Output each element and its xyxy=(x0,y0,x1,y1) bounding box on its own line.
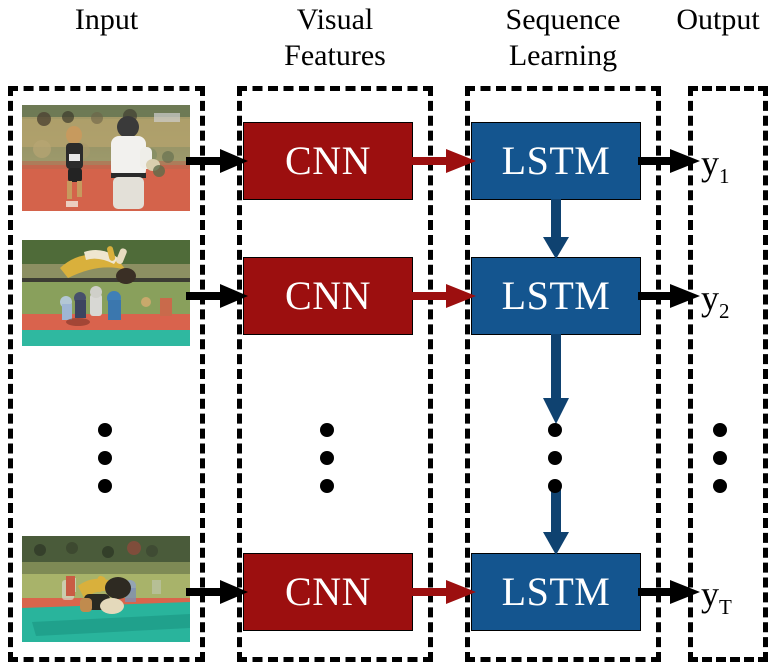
figure-canvas: Input Visual Features Sequence Learning … xyxy=(0,0,776,670)
column-header-visual-features: Visual Features xyxy=(284,3,386,72)
ellipsis-dot xyxy=(98,423,112,437)
video-frame-thumbnail xyxy=(22,105,190,211)
arrow-right-icon xyxy=(186,148,248,174)
output-label-base: y xyxy=(701,143,719,183)
lstm-block: LSTM xyxy=(471,122,641,200)
video-frame-thumbnail xyxy=(22,240,190,346)
arrow-right-icon xyxy=(408,579,476,605)
column-header-input: Input xyxy=(74,3,139,36)
output-label-base: y xyxy=(701,278,719,318)
arrow-right-icon xyxy=(186,579,248,605)
cnn-block: CNN xyxy=(243,122,413,200)
vertical-ellipsis xyxy=(320,423,336,493)
output-label-base: y xyxy=(701,574,719,614)
ellipsis-dot xyxy=(548,479,562,493)
ellipsis-dot xyxy=(713,479,727,493)
ellipsis-dot xyxy=(713,423,727,437)
arrow-right-icon xyxy=(408,283,476,309)
cnn-block: CNN xyxy=(243,257,413,335)
column-header-output: Output xyxy=(676,3,760,36)
ellipsis-dot xyxy=(98,451,112,465)
cnn-block: CNN xyxy=(243,553,413,631)
output-label-subscript: T xyxy=(719,595,732,620)
output-label-subscript: 1 xyxy=(719,164,730,189)
video-frame-thumbnail xyxy=(22,536,190,642)
ellipsis-dot xyxy=(713,451,727,465)
output-label: y2 xyxy=(701,280,730,322)
vertical-ellipsis xyxy=(98,423,114,493)
output-label: yT xyxy=(701,576,732,618)
ellipsis-dot xyxy=(320,451,334,465)
vertical-ellipsis xyxy=(548,423,564,493)
output-label-subscript: 2 xyxy=(719,299,730,324)
arrow-right-icon xyxy=(186,283,248,309)
output-label: y1 xyxy=(701,145,730,187)
vertical-ellipsis xyxy=(713,423,729,493)
ellipsis-dot xyxy=(320,479,334,493)
arrow-right-icon xyxy=(638,283,700,309)
arrow-down-icon xyxy=(542,490,570,555)
ellipsis-dot xyxy=(548,423,562,437)
arrow-right-icon xyxy=(408,148,476,174)
lstm-block: LSTM xyxy=(471,553,641,631)
arrow-right-icon xyxy=(638,148,700,174)
ellipsis-dot xyxy=(98,479,112,493)
arrow-down-icon xyxy=(542,334,570,424)
ellipsis-dot xyxy=(320,423,334,437)
lstm-block: LSTM xyxy=(471,257,641,335)
ellipsis-dot xyxy=(548,451,562,465)
arrow-down-icon xyxy=(542,199,570,259)
arrow-right-icon xyxy=(638,579,700,605)
column-header-sequence-learning: Sequence Learning xyxy=(505,3,621,72)
